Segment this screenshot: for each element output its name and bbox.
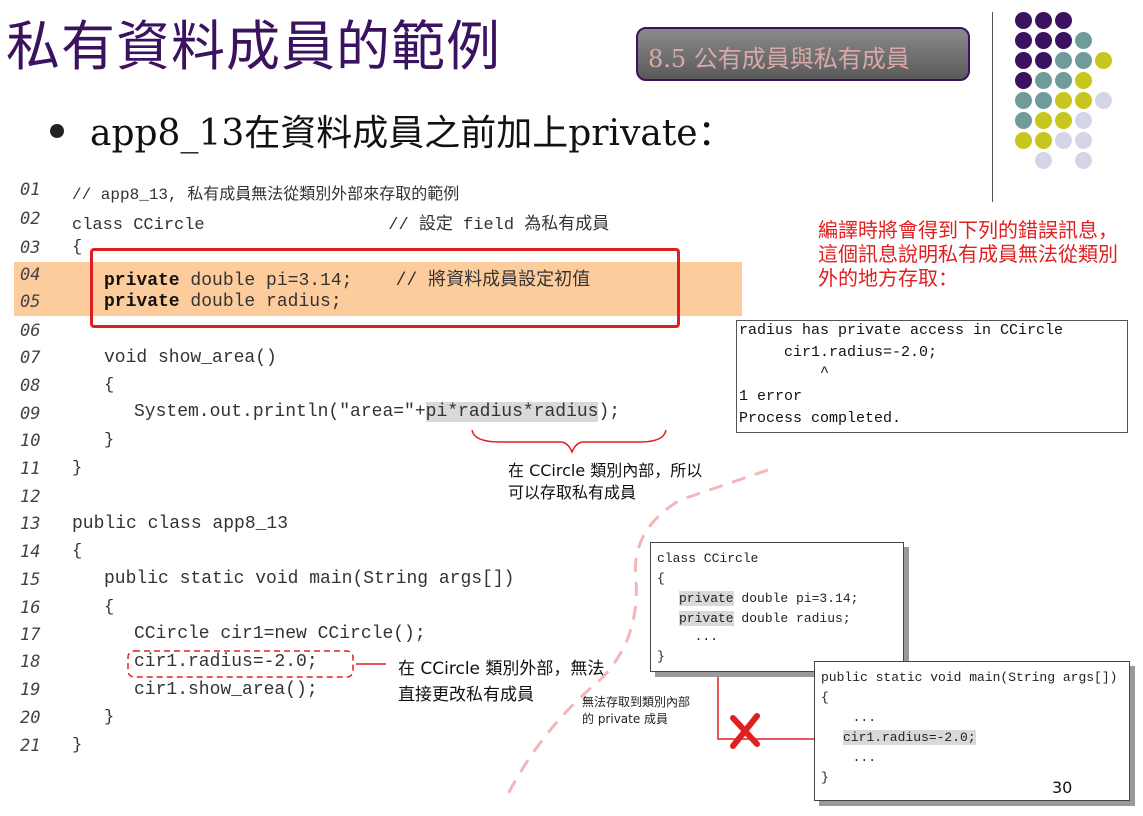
- snippet-line: private double pi=3.14;: [679, 591, 858, 606]
- snippet-text: double radius;: [733, 611, 851, 626]
- snippet-line: }: [821, 770, 829, 785]
- private-keyword: private: [679, 591, 734, 606]
- note-line: 的 private 成員: [582, 712, 669, 726]
- snippet-line: }: [657, 649, 665, 664]
- class-snippet-box: class CCircle { private double pi=3.14; …: [650, 542, 904, 672]
- statement-outline: [127, 650, 354, 678]
- snippet-line: cir1.radius=-2.0;: [843, 730, 976, 745]
- snippet-line: class CCircle: [657, 551, 759, 566]
- snippet-line: private double radius;: [679, 611, 851, 626]
- snippet-line: public static void main(String args[]): [821, 670, 1118, 685]
- blocked-note: 無法存取到類別內部 的 private 成員: [582, 694, 690, 728]
- note-line: 直接更改私有成員: [398, 685, 534, 705]
- output-line: cir1.radius=-2.0;: [739, 344, 938, 361]
- snippet-line: ...: [679, 629, 719, 644]
- error-note: 編譯時將會得到下列的錯誤訊息，這個訊息說明私有成員無法從類別外的地方存取：: [818, 218, 1118, 290]
- snippet-text: double pi=3.14;: [733, 591, 859, 606]
- note-line: 可以存取私有成員: [508, 483, 637, 502]
- output-line: 1 error: [739, 388, 803, 405]
- snippet-line: ...: [837, 750, 877, 765]
- note-line: 在 CCircle 類別外部，無法: [398, 659, 605, 679]
- snippet-line: {: [657, 571, 665, 586]
- note-line: 在 CCircle 類別內部，所以: [508, 461, 703, 480]
- private-keyword: private: [679, 611, 734, 626]
- inside-class-note: 在 CCircle 類別內部，所以 可以存取私有成員: [508, 460, 702, 504]
- outside-class-note: 在 CCircle 類別外部，無法 直接更改私有成員: [398, 656, 604, 708]
- output-line: radius has private access in CCircle: [739, 322, 1064, 339]
- cross-icon: [730, 713, 760, 749]
- output-line: Process completed.: [739, 410, 902, 427]
- main-snippet-box: public static void main(String args[]) {…: [814, 661, 1130, 801]
- compiler-output: radius has private access in CCircle cir…: [736, 320, 1128, 433]
- brace: [471, 429, 667, 455]
- snippet-line: ...: [837, 710, 877, 725]
- note-line: 無法存取到類別內部: [582, 695, 691, 709]
- highlighted-statement: cir1.radius=-2.0;: [843, 730, 976, 745]
- output-line: ^: [739, 364, 830, 381]
- snippet-line: {: [821, 690, 829, 705]
- page-number: 30: [1052, 778, 1073, 797]
